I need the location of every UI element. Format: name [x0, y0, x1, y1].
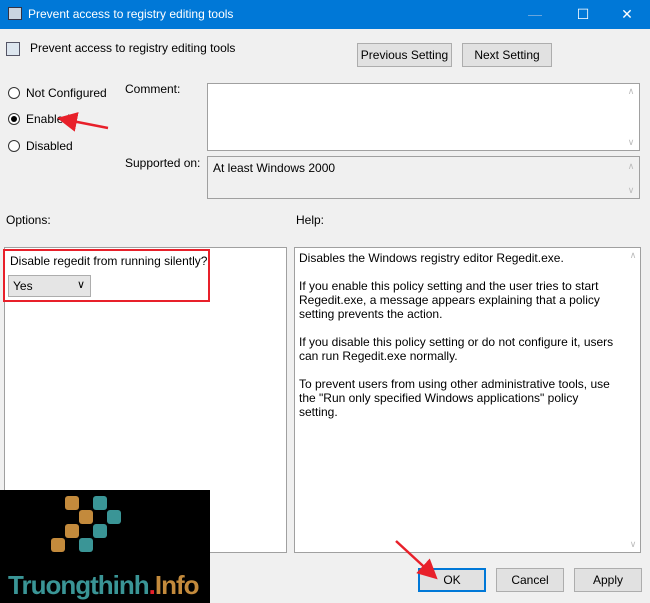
logo-text: Truongthinh.Info — [8, 570, 200, 600]
arrow-to-ok — [395, 540, 438, 580]
logo-mark-icon — [51, 496, 121, 552]
arrow-to-enabled — [57, 112, 109, 132]
watermark-logo: Truongthinh.Info — [0, 490, 210, 603]
